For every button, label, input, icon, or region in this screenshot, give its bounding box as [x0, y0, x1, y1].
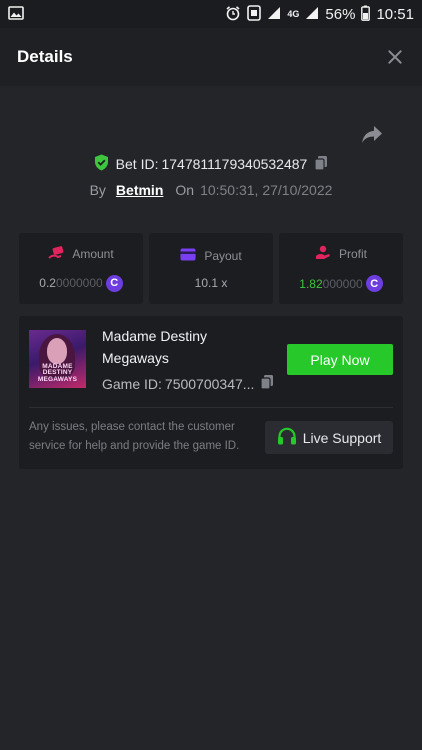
thumbnail-logo-text: MADAME DESTINY MEGAWAYS: [37, 362, 78, 384]
coin-icon: C: [105, 274, 123, 292]
game-card: MADAME DESTINY MEGAWAYS Madame Destiny M…: [19, 316, 403, 469]
network-type: 4G: [287, 8, 300, 19]
stat-profit: Profit 1.82 000000 C: [279, 233, 403, 304]
profit-value-trailing: 000000: [322, 276, 363, 291]
copy-game-id-icon[interactable]: [260, 374, 274, 393]
game-thumbnail[interactable]: MADAME DESTINY MEGAWAYS: [29, 330, 86, 388]
amount-value-trailing: 0000000: [55, 276, 103, 290]
clock: 10:51: [376, 5, 414, 23]
bet-stats: Amount 0.2 0000000 C Payout 10.1 x Profit…: [19, 233, 403, 304]
alarm-icon: [225, 5, 241, 24]
payout-label: Payout: [204, 248, 242, 263]
thumbnail-face-art: [47, 338, 67, 364]
profit-label: Profit: [338, 247, 367, 261]
live-support-label: Live Support: [302, 429, 382, 446]
support-help-text: Any issues, please contact the customer …: [29, 421, 240, 452]
by-label: By: [89, 182, 106, 198]
profit-icon: [315, 245, 331, 263]
bet-id-value: 1747811179340532487: [161, 156, 308, 172]
coin-icon: C: [365, 275, 383, 292]
gallery-notification-icon: [8, 5, 24, 23]
copy-bet-id-icon[interactable]: [314, 155, 328, 174]
headset-icon: [277, 427, 297, 449]
live-support-button[interactable]: Live Support: [265, 421, 393, 454]
status-bar: 4G 56% 10:51: [0, 0, 422, 28]
signal-strength-icon: [305, 6, 319, 23]
divider: [29, 407, 393, 408]
share-icon[interactable]: [360, 124, 384, 146]
close-icon[interactable]: [385, 47, 405, 67]
page-title: Details: [17, 47, 73, 66]
bet-id-row: Bet ID: 1747811179340532487: [0, 152, 422, 176]
game-id-value: 7500700347...: [164, 375, 255, 392]
amount-label: Amount: [72, 247, 114, 261]
game-id-row: Game ID: 7500700347...: [102, 374, 274, 393]
bet-id-label: Bet ID:: [115, 156, 159, 172]
data-saver-icon: [247, 4, 262, 24]
bet-by-row: By Betmin On 10:50:31, 27/10/2022: [0, 180, 422, 200]
game-name: Madame Destiny Megaways: [102, 328, 208, 366]
details-header: Details: [0, 28, 422, 86]
amount-icon: [48, 245, 64, 263]
play-now-button[interactable]: Play Now: [287, 344, 393, 375]
shield-check-icon: [94, 154, 109, 174]
amount-value: 0.2: [39, 276, 56, 290]
on-label: On: [175, 182, 195, 198]
battery-icon: [361, 5, 371, 24]
profit-value: 1.82: [299, 276, 323, 291]
signal-icon: [267, 6, 281, 23]
game-id-label: Game ID:: [102, 375, 162, 392]
bet-datetime: 10:50:31, 27/10/2022: [200, 182, 333, 198]
stat-amount: Amount 0.2 0000000 C: [19, 233, 143, 304]
stat-payout: Payout 10.1 x: [149, 233, 273, 304]
user-link[interactable]: Betmin: [116, 182, 163, 198]
battery-percent: 56%: [325, 5, 356, 23]
payout-value: 10.1 x: [194, 275, 228, 290]
payout-card-icon: [180, 248, 196, 264]
